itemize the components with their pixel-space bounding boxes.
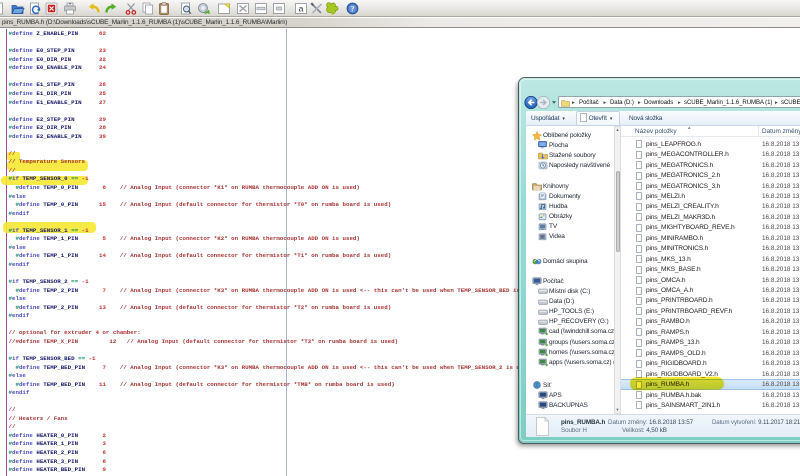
svg-text:a: a bbox=[299, 4, 304, 14]
svg-text:?: ? bbox=[350, 4, 354, 14]
